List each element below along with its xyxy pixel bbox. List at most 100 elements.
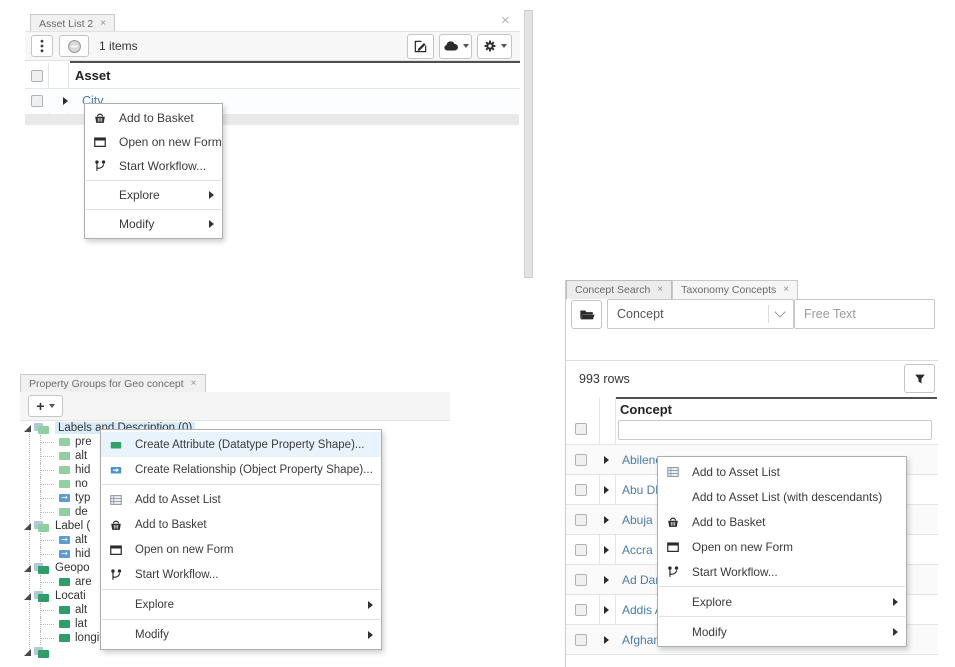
- relationship-icon: [109, 463, 135, 477]
- edit-button[interactable]: [407, 34, 434, 59]
- row-checkbox[interactable]: [575, 454, 587, 466]
- menu-item-label: Add to Asset List: [135, 494, 221, 506]
- add-button[interactable]: +: [28, 395, 63, 417]
- menu-item-add-to-basket[interactable]: Add to Basket: [658, 509, 906, 534]
- menu-item-explore[interactable]: Explore: [85, 183, 222, 207]
- row-expander-icon[interactable]: [604, 456, 609, 464]
- tree-connector: [40, 435, 57, 449]
- menu-item-add-to-asset-list[interactable]: Add to Asset List: [101, 487, 381, 512]
- panel-close-icon[interactable]: ×: [501, 12, 510, 29]
- settings-menu-button[interactable]: [477, 34, 512, 59]
- menu-separator: [102, 589, 380, 590]
- row-checkbox[interactable]: [575, 604, 587, 616]
- attribute-icon: [59, 578, 70, 586]
- row-expander-icon[interactable]: [63, 97, 68, 105]
- menu-item-start-workflow[interactable]: Start Workflow...: [101, 562, 381, 587]
- tab-close-icon[interactable]: ×: [657, 285, 663, 295]
- menu-item-modify[interactable]: Modify: [85, 212, 222, 236]
- menu-item-start-workflow[interactable]: Start Workflow...: [85, 154, 222, 178]
- row-checkbox[interactable]: [575, 544, 587, 556]
- row-checkbox[interactable]: [575, 514, 587, 526]
- saved-search-button[interactable]: [571, 300, 602, 329]
- results-bar: 993 rows: [566, 360, 938, 397]
- menu-item-add-to-asset-list[interactable]: Add to Asset List: [658, 459, 906, 484]
- free-text-input[interactable]: [794, 299, 935, 329]
- basket-icon: [666, 515, 692, 529]
- tab-close-icon[interactable]: ×: [100, 19, 106, 29]
- tab-close-icon[interactable]: ×: [783, 285, 789, 295]
- tab-label: Concept Search: [575, 284, 650, 296]
- items-count: 1 items: [99, 39, 138, 53]
- search-field-select[interactable]: Concept: [607, 299, 794, 329]
- menu-separator: [659, 586, 905, 587]
- cloud-menu-button[interactable]: [439, 34, 472, 59]
- tab-close-icon[interactable]: ×: [191, 379, 197, 389]
- form-icon: [109, 543, 135, 557]
- menu-item-open-on-new-form[interactable]: Open on new Form: [101, 537, 381, 562]
- row-expander-icon[interactable]: [604, 576, 609, 584]
- menu-item-modify[interactable]: Modify: [101, 622, 381, 647]
- row-checkbox[interactable]: [575, 484, 587, 496]
- basket-icon: [93, 111, 119, 125]
- row-expander-icon[interactable]: [604, 546, 609, 554]
- menu-item-modify[interactable]: Modify: [658, 619, 906, 644]
- select-all-checkbox[interactable]: [31, 70, 43, 82]
- row-checkbox[interactable]: [575, 574, 587, 586]
- concept-filter-input[interactable]: [618, 420, 932, 440]
- tree-node-label: hid: [75, 548, 90, 560]
- tree-expander-icon[interactable]: [24, 565, 31, 572]
- attribute-icon: [59, 452, 70, 460]
- menu-separator: [86, 180, 221, 181]
- attribute-icon: [59, 620, 70, 628]
- tab-concept-search[interactable]: Concept Search ×: [566, 280, 672, 299]
- context-menu-asset: Add to Basket Open on new Form Start Wor…: [84, 103, 223, 239]
- workflow-icon: [93, 159, 119, 173]
- concept-link[interactable]: Accra: [622, 543, 653, 557]
- menu-item-add-to-basket[interactable]: Add to Basket: [85, 106, 222, 130]
- tab-property-groups[interactable]: Property Groups for Geo concept ×: [20, 374, 206, 393]
- row-expander-icon[interactable]: [604, 636, 609, 644]
- remove-selection-button[interactable]: [59, 35, 89, 57]
- tree-node-label: typ: [75, 492, 90, 504]
- asset-table-header: Asset: [25, 63, 520, 88]
- plus-icon: +: [36, 398, 44, 414]
- menu-item-start-workflow[interactable]: Start Workflow...: [658, 559, 906, 584]
- divider: [768, 305, 769, 323]
- chevron-down-icon: [49, 404, 55, 408]
- menu-item-open-on-new-form[interactable]: Open on new Form: [85, 130, 222, 154]
- asset-list-icon: [666, 465, 692, 479]
- menu-item-add-to-basket[interactable]: Add to Basket: [101, 512, 381, 537]
- menu-item-label: Start Workflow...: [119, 159, 206, 173]
- filter-button[interactable]: [904, 364, 935, 393]
- tree-expander-icon[interactable]: [24, 425, 31, 432]
- row-checkbox[interactable]: [31, 95, 43, 107]
- tree-node-label: alt: [75, 604, 87, 616]
- kebab-icon: [40, 39, 44, 53]
- attribute-icon: [59, 634, 70, 642]
- row-expander-icon[interactable]: [604, 486, 609, 494]
- row-expander-icon[interactable]: [604, 606, 609, 614]
- menu-separator: [659, 616, 905, 617]
- menu-item-open-on-new-form[interactable]: Open on new Form: [658, 534, 906, 559]
- menu-item-label: Add to Basket: [135, 519, 207, 531]
- gear-icon: [483, 39, 497, 53]
- menu-item-explore[interactable]: Explore: [101, 592, 381, 617]
- tree-expander-icon[interactable]: [24, 593, 31, 600]
- tree-expander-icon[interactable]: [24, 523, 31, 530]
- vertical-scrollbar[interactable]: [524, 10, 533, 278]
- menu-item-label: Explore: [119, 188, 160, 202]
- chevron-down-icon: [501, 44, 507, 48]
- menu-item-add-to-asset-list-descendants[interactable]: Add to Asset List (with descendants): [658, 484, 906, 509]
- attribute-icon: [109, 438, 135, 452]
- menu-item-create-attribute[interactable]: Create Attribute (Datatype Property Shap…: [101, 432, 381, 457]
- tab-taxonomy-concepts[interactable]: Taxonomy Concepts ×: [672, 280, 798, 299]
- menu-item-create-relationship[interactable]: Create Relationship (Object Property Sha…: [101, 457, 381, 482]
- kebab-menu-button[interactable]: [31, 35, 53, 57]
- concept-link[interactable]: Afghan: [622, 633, 660, 647]
- menu-item-explore[interactable]: Explore: [658, 589, 906, 614]
- concept-link[interactable]: Abuja: [622, 513, 653, 527]
- tree-expander-icon[interactable]: [24, 649, 31, 656]
- row-checkbox[interactable]: [575, 634, 587, 646]
- row-expander-icon[interactable]: [604, 516, 609, 524]
- select-all-checkbox[interactable]: [575, 423, 587, 435]
